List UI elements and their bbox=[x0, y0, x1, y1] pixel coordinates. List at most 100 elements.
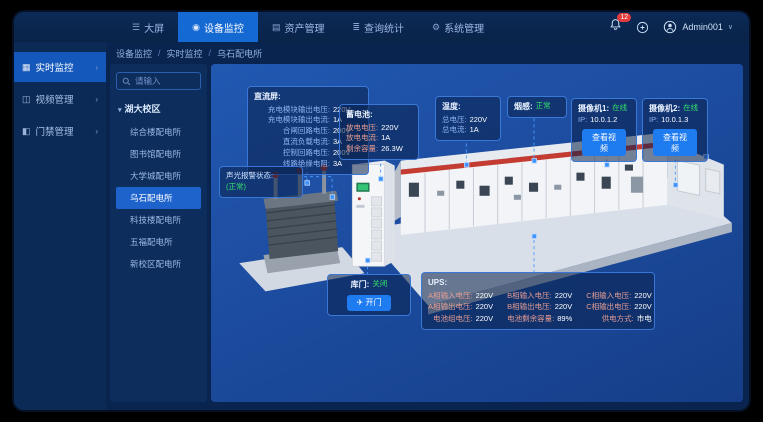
open-door-label: 开门 bbox=[365, 298, 381, 307]
breadcrumb-item[interactable]: 实时监控 bbox=[167, 47, 203, 60]
tab-system-management[interactable]: ⚙ 系统管理 bbox=[418, 12, 498, 42]
sidebar-item-label: 实时监控 bbox=[36, 60, 74, 74]
metric-label: 充电模块输出电流: bbox=[254, 115, 330, 126]
metric-value: 89% bbox=[557, 314, 572, 325]
tree-item-station[interactable]: 新校区配电所 bbox=[116, 253, 201, 275]
primary-sidebar: ▦ 实时监控 › ◫ 视频管理 › ◧ 门禁管理 › bbox=[14, 42, 106, 410]
user-avatar-icon bbox=[663, 20, 677, 34]
alarm-value: (正常) bbox=[226, 182, 296, 193]
metric-label: 直流负载电流: bbox=[254, 137, 330, 148]
station-tree-panel: 请输入 ▾湖大校区 综合楼配电所 图书馆配电所 大学城配电所 乌石配电所 科技楼… bbox=[110, 64, 207, 402]
chevron-right-icon: › bbox=[95, 127, 98, 136]
app-window: ☰ 大屏 ◉ 设备监控 ▤ 资产管理 ≣ 查询统计 ⚙ 系统管理 12 bbox=[14, 12, 749, 410]
wall-distribution-panel bbox=[677, 161, 699, 196]
station-3d-canvas[interactable]: 直流屏: 充电模块输出电压:220V 充电模块输出电流:1A 合闸回路电压:20… bbox=[211, 64, 743, 402]
camera-title: 摄像机1: bbox=[578, 103, 609, 115]
metric-value: 220V bbox=[476, 291, 494, 302]
metric-value: 220V bbox=[381, 123, 399, 134]
door-control-panel: 库门:关闭 ✈ 开门 bbox=[327, 274, 411, 316]
tree-item-station-selected[interactable]: 乌石配电所 bbox=[116, 187, 201, 209]
view-video-button[interactable]: 查看视频 bbox=[582, 129, 627, 156]
sidebar-item-label: 门禁管理 bbox=[36, 124, 74, 138]
alarm-status-panel: 声光报警状态: (正常) bbox=[219, 166, 303, 198]
tree-item-station[interactable]: 五福配电所 bbox=[116, 231, 201, 253]
search-input[interactable]: 请输入 bbox=[116, 72, 201, 90]
metric-label: B相输入电压: bbox=[507, 291, 552, 302]
metric-value: 220V bbox=[634, 302, 652, 313]
notification-badge: 12 bbox=[617, 13, 631, 22]
user-name: Admin001 bbox=[682, 22, 723, 32]
panel-title: 直流屏: bbox=[254, 91, 362, 103]
notifications-button[interactable]: 12 bbox=[609, 18, 622, 36]
tab-asset-management[interactable]: ▤ 资产管理 bbox=[258, 12, 339, 42]
metric-value: 3A bbox=[333, 159, 342, 170]
camera2-panel: 摄像机2:在线 IP:10.0.1.3 查看视频 bbox=[642, 98, 708, 162]
tree-group-campus[interactable]: ▾湖大校区 bbox=[118, 102, 199, 115]
sidebar-item-realtime-monitoring[interactable]: ▦ 实时监控 › bbox=[14, 52, 106, 82]
tree-item-station[interactable]: 综合楼配电所 bbox=[116, 121, 201, 143]
camera-title: 摄像机2: bbox=[649, 103, 680, 115]
metric-label: 供电方式: bbox=[602, 314, 634, 325]
metric-value: 220V bbox=[634, 291, 652, 302]
metric-label: 总电流: bbox=[442, 125, 467, 136]
tree-item-station[interactable]: 图书馆配电所 bbox=[116, 143, 201, 165]
alarm-label: 声光报警状态: bbox=[226, 171, 296, 182]
status-value: 在线 bbox=[683, 103, 698, 115]
video-camera-icon: ◫ bbox=[22, 94, 31, 105]
tab-label: 大屏 bbox=[144, 20, 164, 35]
panel-title: UPS: bbox=[428, 277, 648, 289]
metric-label: 合闸回路电压: bbox=[254, 126, 330, 137]
sidebar-item-access-control[interactable]: ◧ 门禁管理 › bbox=[14, 116, 106, 146]
tab-label: 设备监控 bbox=[204, 20, 244, 35]
door-icon: ◧ bbox=[22, 126, 31, 137]
panel-title: 温度: bbox=[442, 101, 494, 113]
tab-query-statistics[interactable]: ≣ 查询统计 bbox=[338, 12, 418, 42]
dc-battery-cabinet bbox=[352, 161, 394, 267]
tree-group-label: 湖大校区 bbox=[125, 104, 161, 114]
tab-device-monitoring[interactable]: ◉ 设备监控 bbox=[178, 12, 258, 42]
metric-value: 26.3W bbox=[381, 144, 403, 155]
metric-label: A相输入电压: bbox=[428, 291, 473, 302]
tab-dashboard[interactable]: ☰ 大屏 bbox=[118, 12, 178, 42]
open-door-button[interactable]: ✈ 开门 bbox=[347, 295, 392, 311]
tree-item-station[interactable]: 科技楼配电所 bbox=[116, 209, 201, 231]
view-video-button[interactable]: 查看视频 bbox=[653, 129, 698, 156]
breadcrumb-separator: / bbox=[209, 48, 212, 58]
metric-label: A相输出电压: bbox=[428, 302, 473, 313]
metric-value: 220V bbox=[555, 302, 573, 313]
sidebar-item-video-management[interactable]: ◫ 视频管理 › bbox=[14, 84, 106, 114]
temperature-panel: 温度: 总电压:220V 总电流:1A bbox=[435, 96, 501, 141]
fullscreen-icon[interactable] bbox=[636, 21, 649, 34]
door-label: 库门: bbox=[351, 279, 370, 291]
metric-label: C相输出电压: bbox=[586, 302, 631, 313]
metric-value: 220V bbox=[476, 314, 494, 325]
breadcrumb: 设备监控 / 实时监控 / 乌石配电所 bbox=[106, 42, 749, 64]
metric-label: 剩余容量: bbox=[346, 144, 378, 155]
tab-label: 系统管理 bbox=[444, 20, 484, 35]
metric-value: 市电 bbox=[637, 314, 652, 325]
breadcrumb-item[interactable]: 设备监控 bbox=[116, 47, 152, 60]
breadcrumb-item: 乌石配电所 bbox=[217, 47, 262, 60]
door-status: 关闭 bbox=[372, 279, 387, 291]
metric-label: C相输入电压: bbox=[586, 291, 631, 302]
metric-value: 220V bbox=[476, 302, 494, 313]
metric-label: 充电模块输出电压: bbox=[254, 105, 330, 116]
open-door-icon: ✈ bbox=[357, 298, 364, 307]
dashboard-icon: ☰ bbox=[132, 22, 140, 33]
user-menu[interactable]: Admin001 ∨ bbox=[663, 20, 733, 34]
metric-label: 放电电压: bbox=[346, 123, 378, 134]
tab-label: 资产管理 bbox=[284, 20, 324, 35]
chevron-right-icon: › bbox=[95, 95, 98, 104]
tree-item-station[interactable]: 大学城配电所 bbox=[116, 165, 201, 187]
metric-label: 电池组电压: bbox=[433, 314, 473, 325]
metric-label: 电池剩余容量: bbox=[507, 314, 554, 325]
ip-label: IP: bbox=[578, 115, 587, 126]
tab-label: 查询统计 bbox=[364, 20, 404, 35]
metric-label: B相输出电压: bbox=[507, 302, 552, 313]
metric-label: 控制回路电压: bbox=[254, 148, 330, 159]
search-icon bbox=[122, 77, 131, 86]
status-value: 在线 bbox=[612, 103, 627, 115]
search-placeholder: 请输入 bbox=[135, 75, 161, 87]
panel-title: 蓄电池: bbox=[346, 109, 412, 121]
metric-value: 1A bbox=[381, 133, 390, 144]
